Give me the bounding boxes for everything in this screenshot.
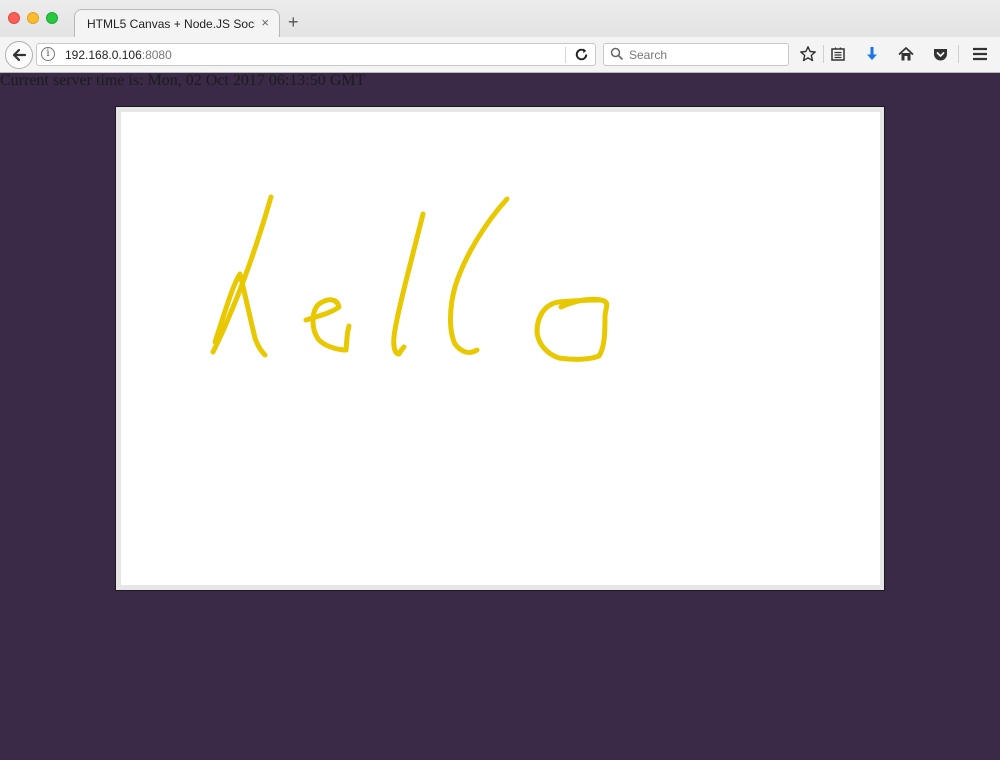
download-icon[interactable]: [862, 44, 882, 64]
pocket-icon[interactable]: [930, 44, 950, 64]
search-icon: [610, 47, 624, 61]
stroke-o: [534, 296, 610, 362]
server-time-text: Current server time is: Mon, 02 Oct 2017…: [0, 72, 366, 89]
url-divider: [565, 47, 566, 63]
back-arrow-icon: [12, 48, 27, 62]
search-bar[interactable]: Search: [603, 43, 789, 66]
stroke-l2: [448, 196, 510, 355]
toolbar-divider: [958, 45, 959, 63]
tab-title: HTML5 Canvas + Node.JS Socket: [87, 17, 255, 31]
hello-drawing: [210, 194, 610, 362]
stroke-e: [303, 297, 352, 353]
drawing-canvas-frame: [115, 106, 885, 591]
stroke-l1: [391, 211, 426, 357]
browser-tab[interactable]: HTML5 Canvas + Node.JS Socket ×: [74, 9, 280, 37]
tab-close-icon[interactable]: ×: [261, 15, 269, 30]
zoom-window-button[interactable]: [46, 12, 58, 24]
url-host: 192.168.0.106: [65, 48, 142, 62]
toolbar-divider: [823, 45, 824, 63]
url-text[interactable]: 192.168.0.106:8080: [65, 48, 172, 62]
new-tab-button[interactable]: +: [288, 12, 299, 33]
reload-icon[interactable]: [573, 46, 590, 63]
browser-chrome: HTML5 Canvas + Node.JS Socket × + i 192.…: [0, 0, 1000, 73]
drawing-canvas[interactable]: [121, 112, 880, 585]
home-icon[interactable]: [896, 44, 916, 64]
page-content: Current server time is: Mon, 02 Oct 2017…: [0, 72, 1000, 760]
close-window-button[interactable]: [8, 12, 20, 24]
minimize-window-button[interactable]: [27, 12, 39, 24]
navigation-toolbar: i 192.168.0.106:8080 Search: [0, 37, 1000, 72]
star-icon[interactable]: [798, 44, 818, 64]
menu-icon[interactable]: [970, 44, 990, 64]
reading-list-icon[interactable]: [828, 44, 848, 64]
search-placeholder: Search: [629, 48, 668, 62]
info-icon[interactable]: i: [41, 47, 55, 61]
url-port: :8080: [141, 48, 172, 62]
back-button[interactable]: [5, 41, 33, 69]
url-bar[interactable]: i 192.168.0.106:8080: [36, 43, 596, 66]
